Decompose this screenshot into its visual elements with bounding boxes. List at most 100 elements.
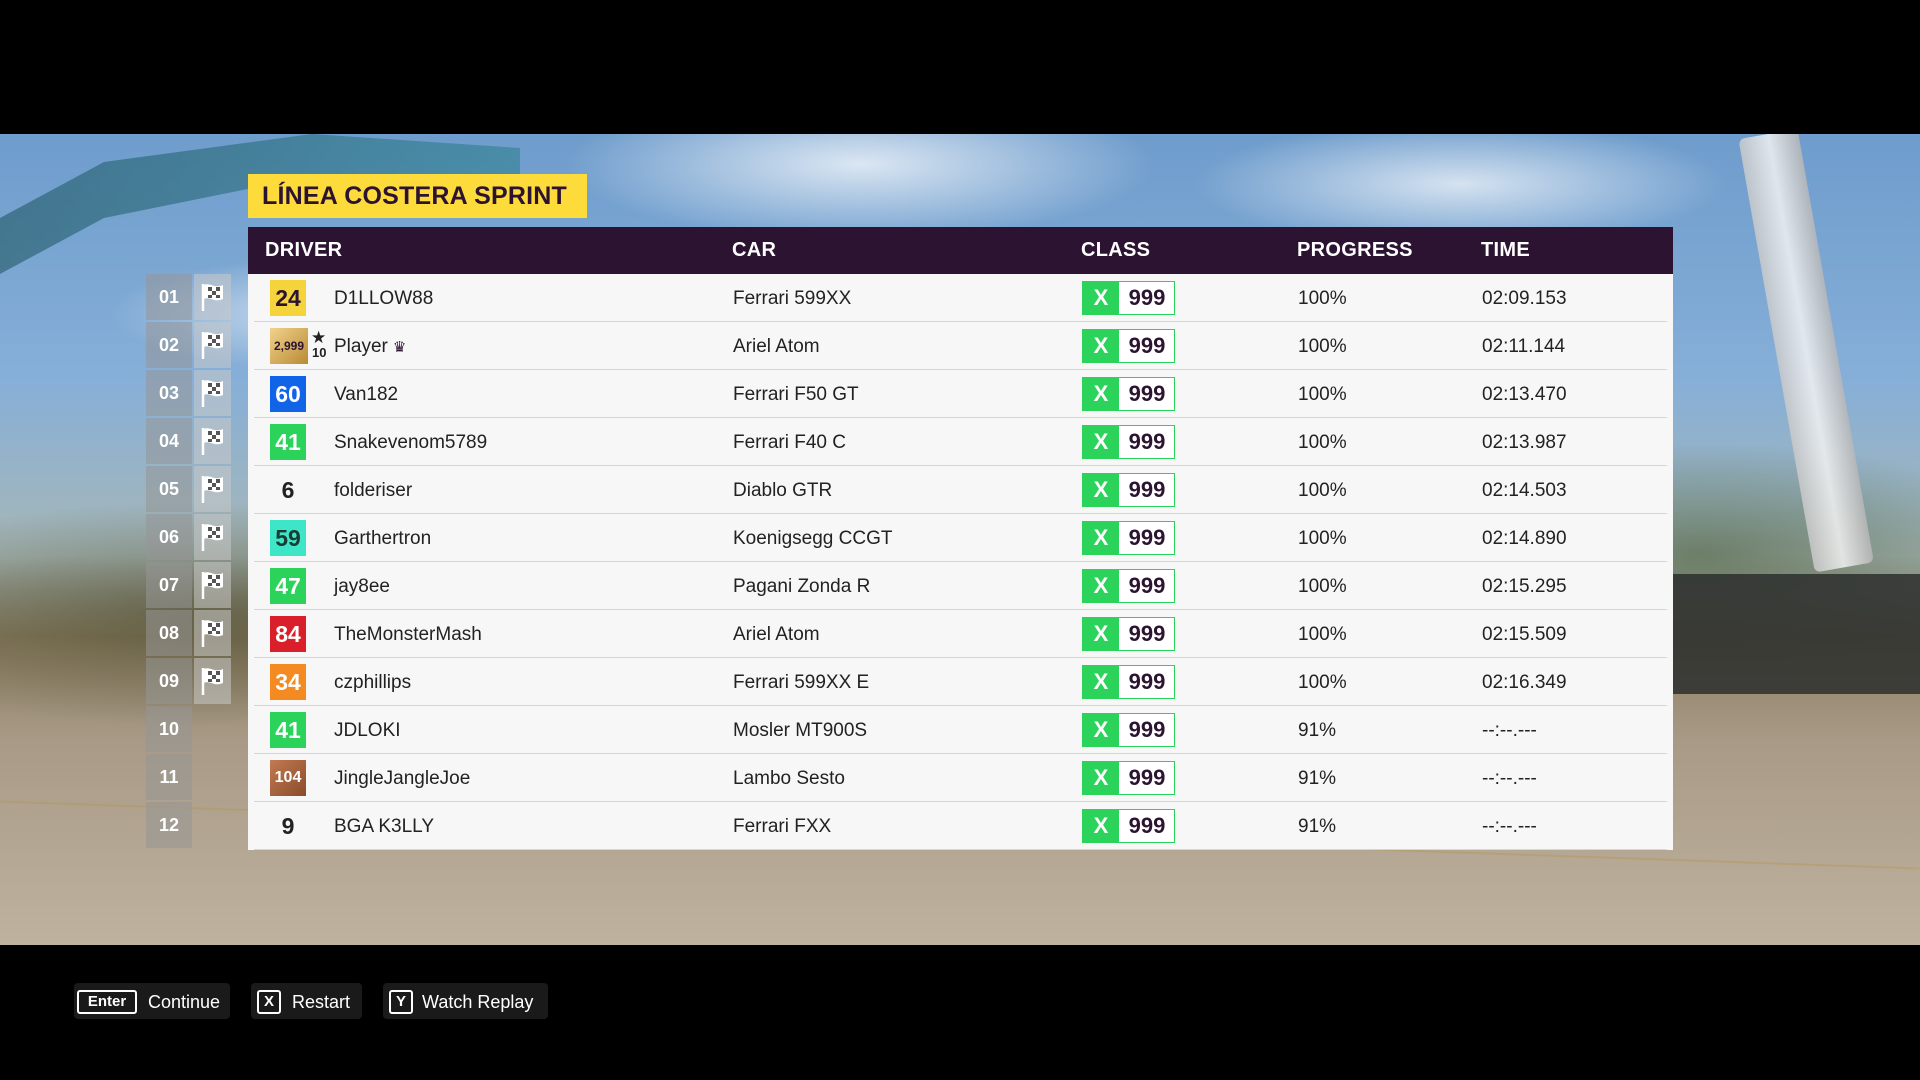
table-row[interactable]: 104 JingleJangleJoe Lambo Sesto X 999 91% --:-… [248,754,1673,802]
car-name: Diablo GTR [733,480,833,501]
class-letter: X [1083,810,1119,842]
star-level: ★ 10 [309,328,329,364]
watch-replay-button[interactable]: Y Watch Replay [383,983,548,1019]
star-level-number: 10 [312,345,327,360]
checkered-flag-icon [194,370,231,416]
progress-value: 100% [1298,384,1347,405]
table-row[interactable]: 59 Garthertron Koenigsegg CCGT X 999 100% 02:1… [248,514,1673,562]
driver-name: BGA K3LLY [334,816,434,837]
class-badge: X 999 [1082,665,1175,699]
position-cell: 12 [146,802,231,850]
driver-name-cell: Snakevenom5789 [334,432,487,454]
position-cell: 05 [146,466,231,514]
table-row[interactable]: 24 D1LLOW88 Ferrari 599XX X 999 100% 02:09.153 [248,274,1673,322]
table-row[interactable]: 84 TheMonsterMash Ariel Atom X 999 100% 02:15.… [248,610,1673,658]
position-cell: 10 [146,706,231,754]
class-value: 999 [1128,813,1166,838]
class-value: 999 [1128,669,1166,694]
class-letter: X [1083,570,1119,602]
driver-name-cell: JingleJangleJoe [334,768,470,790]
time-value: 02:13.987 [1482,432,1567,453]
class-badge: X 999 [1082,617,1175,651]
class-badge: X 999 [1082,473,1175,507]
class-letter: X [1083,618,1119,650]
header-progress: PROGRESS [1297,239,1413,261]
car-name: Koenigsegg CCGT [733,528,893,549]
progress-value: 91% [1298,720,1337,741]
class-letter: X [1083,378,1119,410]
driver-name-cell: jay8ee [334,576,390,598]
position-number: 01 [146,274,192,320]
time-value: 02:11.144 [1482,336,1566,357]
position-cell: 04 [146,418,231,466]
class-value: 999 [1128,429,1166,454]
table-row[interactable]: 60 Van182 Ferrari F50 GT X 999 100% 02:13.470 [248,370,1673,418]
class-badge: X 999 [1082,425,1175,459]
driver-name-cell: JDLOKI [334,720,401,742]
time-value: --:--.--- [1482,768,1537,789]
class-badge: X 999 [1082,377,1175,411]
progress-value: 91% [1298,816,1337,837]
crown-icon: ♛ [392,339,407,356]
position-cell: 06 [146,514,231,562]
progress-value: 100% [1298,480,1347,501]
driver-name-cell: folderiser [334,480,412,502]
restart-label: Restart [292,992,351,1012]
driver-name-cell: D1LLOW88 [334,288,433,310]
table-row[interactable]: 47 jay8ee Pagani Zonda R X 999 100% 02:15.295 [248,562,1673,610]
class-badge: X 999 [1082,521,1175,555]
car-name: Ferrari FXX [733,816,832,837]
class-badge: X 999 [1082,809,1175,843]
progress-value: 100% [1298,432,1347,453]
class-badge: X 999 [1082,281,1175,315]
table-row[interactable]: 41 JDLOKI Mosler MT900S X 999 91% --:--.--- [248,706,1673,754]
header-driver: DRIVER [265,239,343,261]
progress-value: 100% [1298,672,1347,693]
car-name: Ferrari 599XX E [733,672,870,693]
position-number: 08 [146,610,192,656]
class-letter: X [1083,330,1119,362]
checkered-flag-icon [194,466,231,512]
position-number: 04 [146,418,192,464]
continue-button[interactable]: Enter Continue [74,983,230,1019]
x-key-icon: X [257,990,281,1014]
car-name: Ferrari F50 GT [733,384,859,405]
time-value: 02:15.509 [1482,624,1567,645]
position-cell: 03 [146,370,231,418]
enter-key-icon: Enter [77,990,137,1014]
driver-name: D1LLOW88 [334,288,434,309]
position-number: 03 [146,370,192,416]
table-row[interactable]: 34 czphillips Ferrari 599XX E X 999 100% 02:16… [248,658,1673,706]
header-car: CAR [732,239,777,261]
progress-value: 100% [1298,336,1347,357]
position-cell: 11 [146,754,231,802]
driver-name-cell: czphillips [334,672,411,694]
time-value: 02:15.295 [1482,576,1567,597]
checkered-flag-icon [194,418,231,464]
driver-level-badge: 84 [270,616,306,652]
car-name: Ferrari 599XX [733,288,852,309]
progress-value: 100% [1298,624,1347,645]
car-name: Ariel Atom [733,336,820,357]
race-title-bar: LÍNEA COSTERA SPRINT [248,174,587,218]
driver-name: Van182 [334,384,399,405]
header-class: CLASS [1081,239,1151,261]
class-letter: X [1083,762,1119,794]
car-name: Pagani Zonda R [733,576,871,597]
restart-button[interactable]: X Restart [251,983,362,1019]
table-row[interactable]: 2,999 ★ 10 Player ♛ Ariel Atom X 999 100% 02:11.1… [248,322,1673,370]
driver-level-badge: 41 [270,424,306,460]
driver-level-badge: 104 [270,760,306,796]
table-row[interactable]: 6 folderiser Diablo GTR X 999 100% 02:14.503 [248,466,1673,514]
driver-name-cell: Garthertron [334,528,431,550]
car-name: Mosler MT900S [733,720,868,741]
class-value: 999 [1128,765,1166,790]
position-cell: 09 [146,658,231,706]
driver-name: JDLOKI [334,720,401,741]
table-row[interactable]: 9 BGA K3LLY Ferrari FXX X 999 91% --:--.--- [248,802,1673,850]
position-cell: 07 [146,562,231,610]
letterbox-top [0,0,1920,134]
time-value: --:--.--- [1482,816,1537,837]
driver-name: czphillips [334,672,412,693]
table-row[interactable]: 41 Snakevenom5789 Ferrari F40 C X 999 100% 02:… [248,418,1673,466]
